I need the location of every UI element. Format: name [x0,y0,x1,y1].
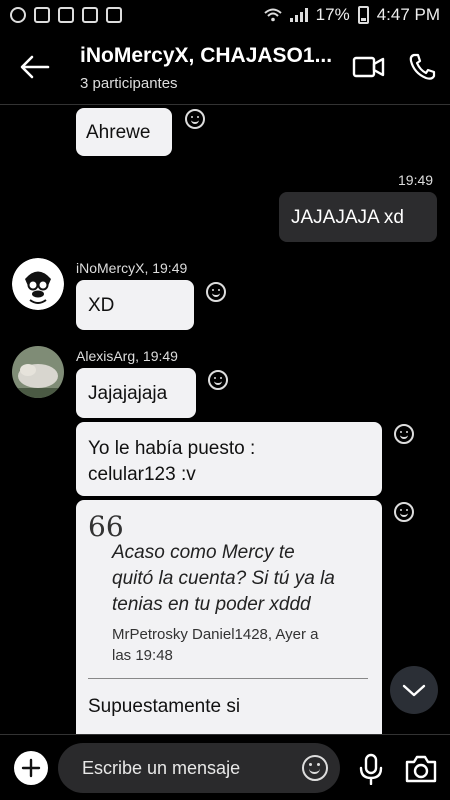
quoted-message[interactable]: Acaso como Mercy te quitó la cuenta? Si … [112,540,372,618]
scroll-to-bottom-button[interactable] [390,666,438,714]
quoted-meta: MrPetrosky Daniel1428, Ayer a las 19:48 [112,624,362,666]
message-bubble[interactable]: Yo le había puesto : celular123 :v [76,422,382,496]
camera-icon[interactable] [404,753,438,785]
avatar-inomercyx[interactable] [12,258,64,310]
plus-icon [21,758,41,778]
message-bubble[interactable]: Ahrewe [76,108,172,156]
quoted-line: Acaso como Mercy te [112,542,295,563]
quoted-line: tenias en tu poder xddd [112,594,311,615]
gamepad-icon [58,7,74,23]
message-bubble[interactable]: Jajajajaja [76,368,196,418]
message-text: JAJAJAJA xd [291,207,404,228]
message-list[interactable]: Ahrewe 19:49 JAJAJAJA xd iNoMercyX, 19:4… [0,106,450,734]
message-line: celular123 :v [88,464,196,485]
sender-name: iNoMercyX, 19:49 [76,260,188,276]
message-line: Yo le había puesto : [88,438,256,459]
video-call-icon[interactable] [352,52,386,82]
message-text: XD [88,295,115,316]
quote-icon: 66 [88,510,124,543]
message-input[interactable] [58,743,340,793]
wifi-icon [263,8,282,22]
conversation-title[interactable]: iNoMercyX, CHAJASO1... [80,44,340,68]
back-arrow-icon[interactable] [18,52,52,82]
notification-icons [10,7,122,23]
gamepad-icon [82,7,98,23]
message-text: Supuestamente si [88,696,241,717]
quoted-line: quitó la cuenta? Si tú ya la [112,568,335,589]
signal-icon [289,8,308,22]
divider [88,678,368,679]
add-reaction-icon[interactable] [208,370,228,390]
download-icon [106,7,122,23]
add-reaction-icon[interactable] [185,109,205,129]
avatar-alexisarg[interactable] [12,346,64,398]
participants-count[interactable]: 3 participantes [80,75,178,92]
clock: 4:47 PM [376,5,440,24]
emoji-icon[interactable] [302,755,328,781]
add-attachment-button[interactable] [14,751,48,785]
composer-bar [0,734,450,800]
add-reaction-icon[interactable] [394,424,414,444]
quoted-time: las 19:48 [112,647,173,664]
phone-call-icon[interactable] [406,52,440,82]
battery-icon [357,6,369,24]
chevron-down-icon [402,684,426,697]
add-reaction-icon[interactable] [206,282,226,302]
outgoing-message-bubble[interactable]: JAJAJAJA xd [279,192,437,242]
quoted-reply-bubble[interactable]: 66 Acaso como Mercy te quitó la cuenta? … [76,500,382,734]
message-text: Ahrewe [86,122,151,143]
battery-percent: 17% [315,5,350,24]
image-icon [34,7,50,23]
whatsapp-icon [10,7,26,23]
message-text: Yo le había puesto : celular123 :v [88,436,255,488]
message-text: Jajajajaja [88,383,168,404]
system-status: 17% 4:47 PM [263,5,440,25]
quoted-author: MrPetrosky Daniel1428, Ayer a [112,626,319,643]
add-reaction-icon[interactable] [394,502,414,522]
microphone-icon[interactable] [356,753,386,785]
sender-name: AlexisArg, 19:49 [76,348,178,364]
message-time: 19:49 [398,172,434,188]
chat-header: iNoMercyX, CHAJASO1... 3 participantes [0,30,450,105]
status-bar: 17% 4:47 PM [0,0,450,30]
message-bubble[interactable]: XD [76,280,194,330]
